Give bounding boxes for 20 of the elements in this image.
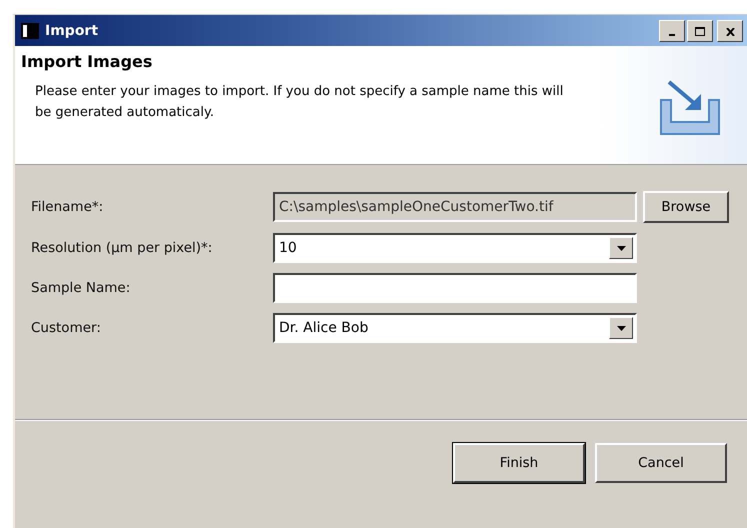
field-label: Filename*: — [31, 199, 104, 215]
dialog-button[interactable]: Finish — [453, 443, 585, 483]
dropdown-field[interactable]: Dr. Alice Bob — [273, 313, 637, 343]
minimize-icon — [669, 34, 675, 36]
maximize-button[interactable] — [687, 20, 713, 42]
close-button[interactable] — [717, 20, 743, 42]
maximize-icon — [695, 26, 705, 36]
close-icon — [726, 28, 734, 36]
text-field[interactable] — [273, 273, 637, 303]
window-title: Import — [45, 22, 100, 38]
window-icon — [21, 22, 39, 38]
minimize-button[interactable] — [659, 20, 685, 42]
page-title: Import Images — [21, 52, 154, 71]
dialog-button[interactable]: Cancel — [595, 443, 727, 483]
field-label: Customer: — [31, 320, 102, 336]
import-tray-icon — [657, 80, 723, 136]
field-label: Resolution (µm per pixel)*: — [31, 240, 214, 256]
field-label: Sample Name: — [31, 280, 132, 296]
dropdown-field[interactable]: 10 — [273, 233, 637, 263]
page-description: Please enter your images to import. If you do not specify a sample name this will be generated automaticaly. — [34, 83, 564, 122]
